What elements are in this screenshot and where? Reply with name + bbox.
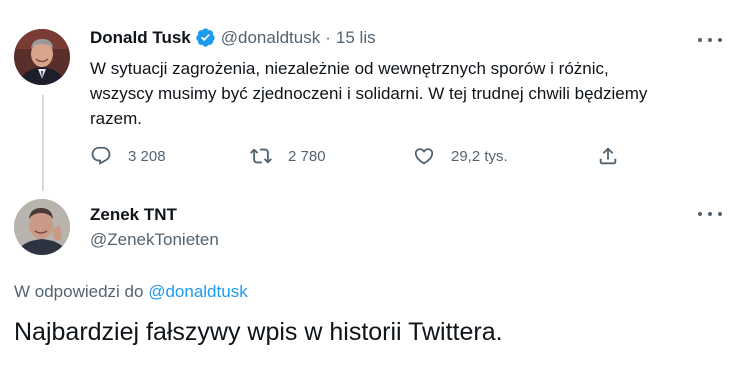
more-options-icon[interactable] [698, 32, 722, 48]
author-name[interactable]: Donald Tusk [90, 28, 191, 48]
tweet-text-line: W sytuacji zagrożenia, niezależnie od we… [90, 59, 609, 78]
reply-count: 3 208 [128, 147, 166, 165]
avatar[interactable] [14, 29, 70, 85]
verified-badge-icon [195, 27, 216, 48]
retweet-button[interactable]: 2 780 [250, 145, 326, 167]
share-button[interactable] [597, 145, 619, 167]
heart-icon [414, 148, 434, 165]
reply-icon [91, 146, 111, 165]
replying-to: W odpowiedzi do @donaldtusk [14, 282, 248, 302]
share-icon [599, 147, 617, 165]
retweet-count: 2 780 [288, 147, 326, 165]
avatar[interactable] [14, 199, 70, 255]
timestamp[interactable]: 15 lis [336, 28, 376, 48]
tweet-header: Donald Tusk @donaldtusk · 15 lis [90, 27, 376, 48]
thread-line [42, 95, 44, 191]
reply-author-name[interactable]: Zenek TNT [90, 205, 177, 225]
reply-author-handle[interactable]: @ZenekTonieten [90, 230, 219, 250]
more-options-icon[interactable] [698, 206, 722, 222]
author-handle[interactable]: @donaldtusk [221, 28, 321, 48]
reply-prefix: W odpowiedzi do [14, 282, 144, 301]
reply-text: Najbardziej fałszywy wpis w historii Twi… [14, 318, 503, 346]
separator: · [325, 27, 331, 47]
tweet-text-line: razem. [90, 109, 142, 128]
like-count: 29,2 tys. [451, 147, 508, 165]
tweet-text-line: wszyscy musimy być zjednoczeni i solidar… [90, 84, 648, 103]
reply-mention-link[interactable]: @donaldtusk [148, 282, 248, 301]
tweet-text: W sytuacji zagrożenia, niezależnie od we… [90, 56, 710, 131]
retweet-icon [250, 148, 272, 164]
reply-button[interactable]: 3 208 [90, 145, 166, 167]
like-button[interactable]: 29,2 tys. [413, 145, 508, 167]
